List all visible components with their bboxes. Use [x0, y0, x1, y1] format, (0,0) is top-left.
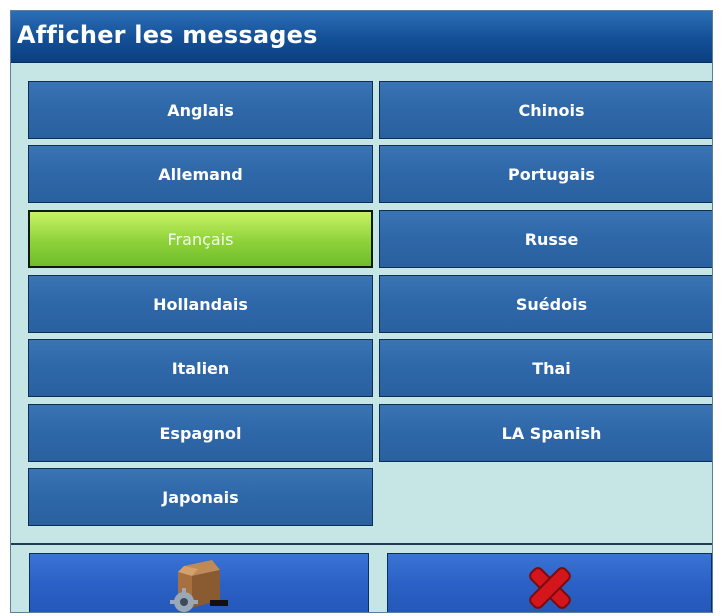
lang-button-hollandais[interactable]: Hollandais [28, 275, 373, 333]
lang-button-espagnol[interactable]: Espagnol [28, 404, 373, 462]
page-title: Afficher les messages [17, 21, 318, 49]
settings-box-icon [164, 556, 234, 612]
close-button[interactable] [387, 553, 712, 612]
lang-button-japonais[interactable]: Japonais [28, 468, 373, 526]
settings-button[interactable] [29, 553, 369, 612]
language-grid: Anglais Allemand Français Hollandais Ita… [28, 81, 712, 533]
lang-button-chinois[interactable]: Chinois [379, 81, 712, 139]
lang-button-italien[interactable]: Italien [28, 339, 373, 397]
lang-button-francais[interactable]: Français [28, 210, 373, 268]
lang-button-anglais[interactable]: Anglais [28, 81, 373, 139]
lang-button-russe[interactable]: Russe [379, 210, 712, 268]
lang-button-portugais[interactable]: Portugais [379, 145, 712, 203]
lang-button-la-spanish[interactable]: LA Spanish [379, 404, 712, 462]
lang-button-suedois[interactable]: Suédois [379, 275, 712, 333]
title-bar: Afficher les messages [11, 11, 712, 63]
footer-bar [11, 543, 712, 612]
lang-button-allemand[interactable]: Allemand [28, 145, 373, 203]
close-x-icon [515, 556, 585, 612]
lang-button-thai[interactable]: Thai [379, 339, 712, 397]
language-dialog: Afficher les messages Anglais Allemand F… [10, 10, 713, 613]
